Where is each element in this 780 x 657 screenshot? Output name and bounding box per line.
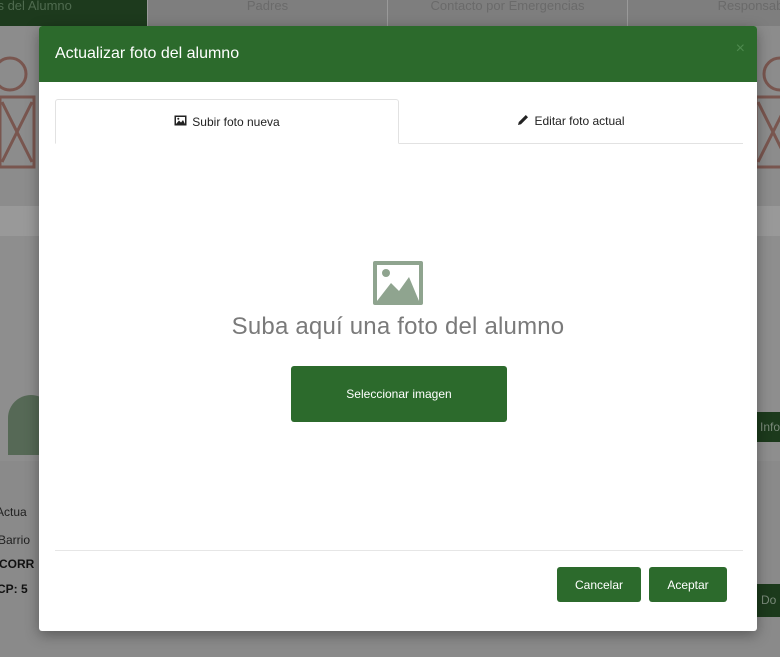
tab-upload-label: Subir foto nueva bbox=[192, 114, 280, 129]
tab-edit-label: Editar foto actual bbox=[534, 114, 625, 128]
upload-area: Suba aquí una foto del alumno bbox=[39, 261, 757, 341]
cancel-button[interactable]: Cancelar bbox=[557, 567, 641, 602]
bg-text-line: CORR bbox=[0, 557, 35, 571]
bg-tab-datos-alumno: Datos del Alumno bbox=[0, 0, 147, 26]
pencil-icon bbox=[517, 114, 529, 129]
bg-tab-contacto: Contacto por Emergencias bbox=[430, 0, 585, 13]
close-icon[interactable]: × bbox=[736, 40, 745, 58]
upload-prompt: Suba aquí una foto del alumno bbox=[231, 313, 565, 340]
bg-tab-padres: Padres bbox=[246, 0, 289, 13]
background-tab-bar: Datos del Alumno Padres Contacto por Eme… bbox=[0, 0, 780, 26]
tab-edit-current-photo[interactable]: Editar foto actual bbox=[399, 99, 743, 143]
modal-footer-divider bbox=[55, 550, 743, 551]
bg-text-line: Barrio bbox=[0, 533, 31, 547]
select-image-button[interactable]: Seleccionar imagen bbox=[291, 366, 507, 422]
photo-tabs: Subir foto nueva Editar foto actual bbox=[55, 99, 743, 144]
tab-upload-new-photo[interactable]: Subir foto nueva bbox=[55, 99, 399, 144]
accept-button[interactable]: Aceptar bbox=[649, 567, 727, 602]
image-icon bbox=[174, 115, 187, 129]
image-placeholder-icon bbox=[373, 261, 423, 305]
update-photo-modal: Actualizar foto del alumno × Subir foto … bbox=[39, 26, 757, 631]
bg-text-line: CP: 5 bbox=[0, 582, 28, 596]
modal-title: Actualizar foto del alumno bbox=[55, 45, 240, 62]
bg-tab-responsables: Responsables bbox=[717, 0, 780, 13]
bg-text-line: Actua bbox=[0, 505, 27, 519]
modal-header: Actualizar foto del alumno × bbox=[39, 26, 757, 82]
